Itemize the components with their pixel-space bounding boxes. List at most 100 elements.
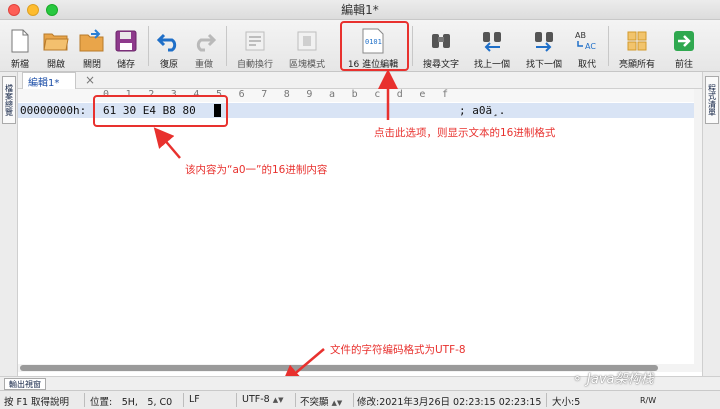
- find-previous-icon: [479, 28, 505, 54]
- status-separator: [295, 393, 296, 407]
- status-separator: [546, 393, 547, 407]
- block-mode-button[interactable]: 區塊模式: [285, 22, 329, 70]
- open-file-label: 開啟: [46, 60, 65, 70]
- document-tab-label: 編輯1*: [28, 77, 60, 89]
- watermark: ⚬ Java架构栈: [572, 368, 654, 387]
- status-separator: [183, 393, 184, 407]
- ruler-digit: e: [419, 89, 426, 100]
- document-tab-bar: 編輯1* ×: [18, 72, 702, 89]
- status-modified: 修改:2021年3月26日 02:23:15 02:23:15: [357, 397, 542, 408]
- window-title: 編輯1*: [341, 3, 379, 17]
- file-explorer-tab[interactable]: 檔案總覽: [2, 76, 16, 124]
- wrap-lines-icon: [242, 28, 268, 54]
- go-forward-label: 前往: [674, 60, 693, 70]
- replace-icon: AB AC: [574, 28, 600, 54]
- toolbar-separator: [148, 26, 149, 66]
- status-separator: [84, 393, 85, 407]
- find-text-label: 搜尋文字: [422, 60, 459, 70]
- arrow-right-icon: [671, 28, 697, 54]
- status-size: 大小:5: [552, 397, 581, 408]
- find-next-label: 找下一個: [525, 60, 562, 70]
- hex-ascii[interactable]: ; a0ä¸.: [459, 104, 505, 117]
- save-label: 儲存: [116, 60, 135, 70]
- hex-option-annotation: 点击此选项，则显示文本的16进制格式: [374, 127, 556, 139]
- minimize-window-button[interactable]: [27, 4, 39, 16]
- close-file-label: 關閉: [82, 60, 101, 70]
- toolbar-separator: [412, 26, 413, 66]
- hex-button-highlight: [340, 21, 409, 71]
- redo-label: 重做: [194, 60, 213, 70]
- ruler-digit: a: [329, 89, 336, 100]
- highlight-all-button[interactable]: 亮顯所有: [615, 22, 659, 70]
- vertical-scrollbar[interactable]: [694, 89, 702, 371]
- status-eol[interactable]: LF: [189, 394, 200, 405]
- close-file-button[interactable]: 關閉: [76, 22, 108, 70]
- status-separator: [236, 393, 237, 407]
- binoculars-icon: [428, 28, 454, 54]
- redo-icon: [191, 28, 217, 54]
- encoding-annotation: 文件的字符编码格式为UTF-8: [330, 344, 466, 356]
- document-tab[interactable]: 編輯1*: [22, 72, 76, 89]
- up-down-arrows-icon: ▲▼: [272, 396, 284, 404]
- auto-wrap-button[interactable]: 自動換行: [233, 22, 277, 70]
- highlight-selector[interactable]: 不突顯 ▲▼: [300, 394, 342, 408]
- find-next-icon: [531, 28, 557, 54]
- go-forward-button[interactable]: 前往: [668, 22, 700, 70]
- left-side-panel: 檔案總覽: [0, 72, 18, 377]
- highlight-grid-icon: [624, 28, 650, 54]
- status-help: 按 F1 取得說明: [4, 397, 70, 408]
- window-controls: [8, 4, 58, 16]
- replace-button[interactable]: AB AC 取代: [572, 22, 602, 70]
- status-bar: 按 F1 取得說明 位置: 5H, 5, C0 LF UTF-8 ▲▼ 不突顯 …: [0, 390, 720, 409]
- open-file-button[interactable]: 開啟: [40, 22, 72, 70]
- replace-label: 取代: [577, 60, 596, 70]
- output-window-tab[interactable]: 輸出視窗: [4, 378, 46, 390]
- encoding-value: UTF-8: [242, 394, 270, 405]
- undo-button[interactable]: 復原: [154, 22, 184, 70]
- zoom-window-button[interactable]: [46, 4, 58, 16]
- up-down-arrows-icon: ▲▼: [331, 399, 343, 407]
- horizontal-scroll-thumb[interactable]: [20, 365, 658, 371]
- auto-wrap-label: 自動換行: [236, 60, 273, 70]
- undo-label: 復原: [159, 60, 178, 70]
- block-mode-label: 區塊模式: [288, 60, 325, 70]
- find-previous-button[interactable]: 找上一個: [470, 22, 514, 70]
- folder-close-icon: [79, 28, 105, 54]
- encoding-selector[interactable]: UTF-8 ▲▼: [242, 394, 284, 405]
- function-list-tab[interactable]: 程式清單: [705, 76, 719, 124]
- find-text-button[interactable]: 搜尋文字: [419, 22, 463, 70]
- close-window-button[interactable]: [8, 4, 20, 16]
- new-file-icon: [7, 28, 33, 54]
- ruler-digit: 6: [238, 89, 245, 100]
- toolbar-separator: [226, 26, 227, 66]
- find-next-button[interactable]: 找下一個: [522, 22, 566, 70]
- ruler-digit: d: [396, 89, 403, 100]
- hex-content-highlight: [93, 95, 228, 127]
- block-mode-icon: [294, 28, 320, 54]
- redo-button[interactable]: 重做: [189, 22, 219, 70]
- close-tab-icon[interactable]: ×: [85, 73, 95, 87]
- right-side-panel: 程式清單: [702, 72, 720, 377]
- svg-text:AC: AC: [585, 42, 596, 51]
- hex-address: 00000000h:: [20, 104, 87, 117]
- watermark-text: Java架构栈: [587, 372, 654, 387]
- status-mode: R/W: [640, 396, 657, 405]
- highlight-value: 不突顯: [300, 397, 329, 408]
- status-position: 位置: 5H, 5, C0: [90, 397, 173, 408]
- new-file-label: 新檔: [10, 60, 29, 70]
- folder-open-icon: [43, 28, 69, 54]
- hex-editor[interactable]: 0123456789abcdef 00000000h: 61 30 E4 B8 …: [18, 89, 702, 371]
- floppy-disk-icon: [113, 28, 139, 54]
- hex-content-annotation: 该内容为“a0一”的16进制内容: [185, 164, 328, 176]
- find-previous-label: 找上一個: [473, 60, 510, 70]
- svg-text:AB: AB: [575, 31, 586, 40]
- ruler-digit: 8: [283, 89, 290, 100]
- ruler-digit: 7: [261, 89, 268, 100]
- ruler-digit: c: [374, 89, 381, 100]
- ruler-digit: b: [351, 89, 358, 100]
- new-file-button[interactable]: 新檔: [6, 22, 34, 70]
- highlight-all-label: 亮顯所有: [618, 60, 655, 70]
- toolbar-separator: [608, 26, 609, 66]
- save-button[interactable]: 儲存: [111, 22, 141, 70]
- ruler-digit: f: [442, 89, 449, 100]
